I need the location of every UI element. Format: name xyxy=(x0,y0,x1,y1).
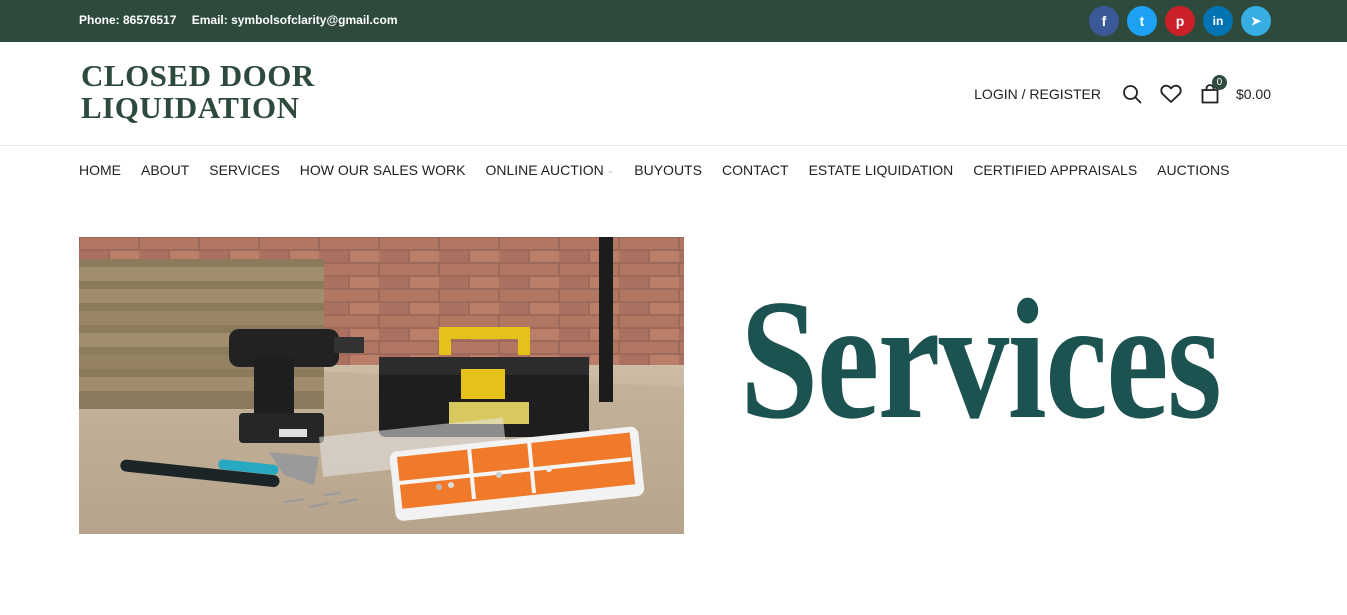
social-links: f t p in ➤ xyxy=(1089,6,1271,36)
header-actions: LOGIN / REGISTER 0 $0.00 xyxy=(974,75,1271,106)
nav-buyouts[interactable]: BUYOUTS xyxy=(634,162,702,178)
top-bar: Phone: 86576517 Email: symbolsofclarity@… xyxy=(0,0,1347,42)
nav-auctions[interactable]: AUCTIONS xyxy=(1157,162,1229,178)
main-nav: HOME ABOUT SERVICES HOW OUR SALES WORK O… xyxy=(79,162,1250,178)
telegram-icon[interactable]: ➤ xyxy=(1241,6,1271,36)
nav-certified-appraisals[interactable]: CERTIFIED APPRAISALS xyxy=(973,162,1137,178)
cart-total[interactable]: $0.00 xyxy=(1236,86,1271,102)
nav-home[interactable]: HOME xyxy=(79,162,121,178)
nav-how-our-sales-work[interactable]: HOW OUR SALES WORK xyxy=(300,162,466,178)
login-register-link[interactable]: LOGIN / REGISTER xyxy=(974,86,1101,102)
phone-text: Phone: 86576517 xyxy=(79,13,177,27)
nav-online-auction-label: ONLINE AUCTION xyxy=(485,162,604,178)
twitter-icon[interactable]: t xyxy=(1127,6,1157,36)
linkedin-icon[interactable]: in xyxy=(1203,6,1233,36)
nav-online-auction[interactable]: ONLINE AUCTION ⌄ xyxy=(485,162,614,178)
hero-tools-image xyxy=(79,237,684,534)
cart-count-badge: 0 xyxy=(1211,75,1227,90)
wishlist-heart-icon[interactable] xyxy=(1160,83,1182,105)
cart-bag-icon[interactable]: 0 xyxy=(1199,75,1227,105)
logo-line-2: LIQUIDATION xyxy=(81,90,300,125)
chevron-down-icon: ⌄ xyxy=(606,164,615,175)
pinterest-icon[interactable]: p xyxy=(1165,6,1195,36)
site-logo[interactable]: CLOSED DOOR LIQUIDATION xyxy=(81,60,315,124)
nav-services[interactable]: SERVICES xyxy=(209,162,280,178)
site-header: CLOSED DOOR LIQUIDATION LOGIN / REGISTER… xyxy=(0,42,1347,146)
nav-estate-liquidation[interactable]: ESTATE LIQUIDATION xyxy=(809,162,954,178)
nav-contact[interactable]: CONTACT xyxy=(722,162,789,178)
contact-info: Phone: 86576517 Email: symbolsofclarity@… xyxy=(79,13,410,27)
search-icon[interactable] xyxy=(1121,83,1143,105)
nav-about[interactable]: ABOUT xyxy=(141,162,189,178)
hero-services-title: Services xyxy=(740,265,1222,455)
email-text: Email: symbolsofclarity@gmail.com xyxy=(191,13,398,27)
facebook-icon[interactable]: f xyxy=(1089,6,1119,36)
logo-line-1: CLOSED DOOR xyxy=(81,58,315,93)
